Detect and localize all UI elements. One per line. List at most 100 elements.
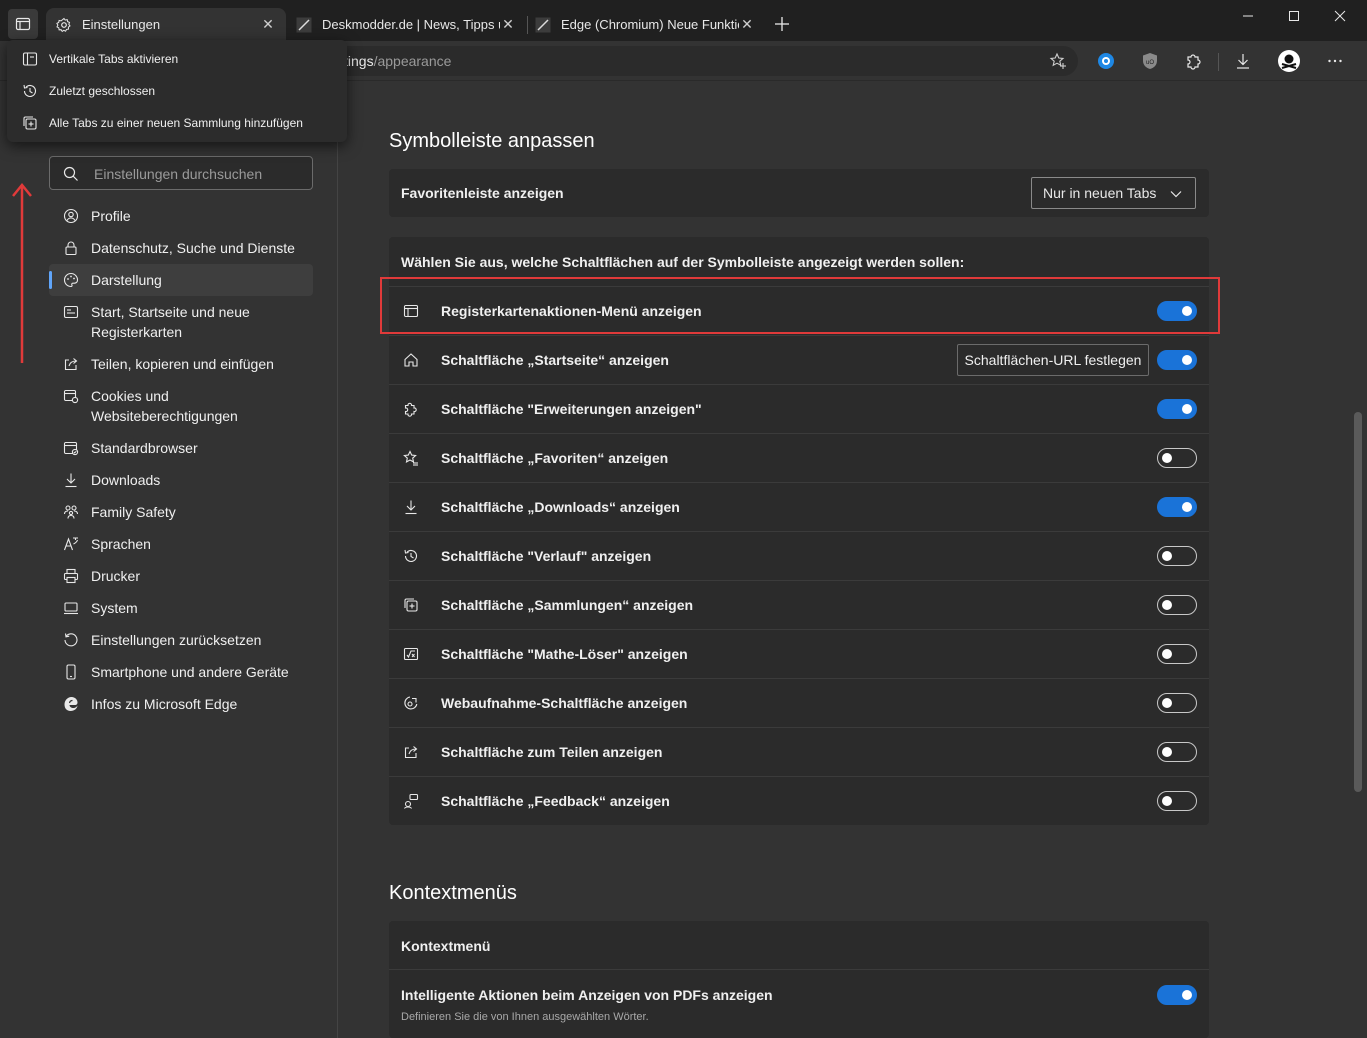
- extension-browser-icon[interactable]: [1094, 49, 1118, 73]
- sidebar-item-printers[interactable]: Drucker: [49, 560, 313, 592]
- favorites-bar-label: Favoritenleiste anzeigen: [401, 185, 564, 201]
- toggle-home[interactable]: [1157, 350, 1197, 370]
- sidebar-item-label: Start, Startseite und neue Registerkarte…: [91, 304, 250, 340]
- sidebar-item-about[interactable]: Infos zu Microsoft Edge: [49, 688, 313, 720]
- menu-item-label: Vertikale Tabs aktivieren: [49, 52, 179, 66]
- ublock-shield-icon[interactable]: uO: [1138, 49, 1162, 73]
- favorites-bar-select[interactable]: Nur in neuen Tabs: [1031, 177, 1196, 209]
- sidebar-item-cookies[interactable]: Cookies und Websiteberechtigungen: [49, 380, 313, 432]
- tab-actions-menu: Vertikale Tabs aktivieren Zuletzt geschl…: [7, 40, 347, 142]
- close-window-button[interactable]: [1317, 0, 1363, 32]
- menu-item-label: Alle Tabs zu einer neuen Sammlung hinzuf…: [49, 116, 303, 130]
- toggle-favorites[interactable]: [1157, 448, 1197, 468]
- close-icon[interactable]: ✕: [260, 16, 276, 33]
- sidebar-item-phone[interactable]: Smartphone und andere Geräte: [49, 656, 313, 688]
- search-icon: [62, 165, 80, 183]
- settings-nav: Profile Datenschutz, Suche und Dienste D…: [49, 200, 313, 720]
- option-label: Schaltfläche "Erweiterungen anzeigen": [441, 401, 702, 417]
- profile-avatar-icon[interactable]: [1277, 49, 1301, 73]
- plus-icon: [775, 17, 789, 31]
- option-label: Schaltfläche „Favoriten“ anzeigen: [441, 450, 669, 466]
- extensions-puzzle-icon[interactable]: [1182, 49, 1206, 73]
- favorites-bar-value: Nur in neuen Tabs: [1043, 185, 1157, 201]
- option-label: Webaufnahme-Schaltfläche anzeigen: [441, 695, 688, 711]
- divider: [389, 969, 1209, 970]
- toggle-downloads[interactable]: [1157, 497, 1197, 517]
- toggle-extensions[interactable]: [1157, 399, 1197, 419]
- cookies-icon: [62, 387, 80, 405]
- toggle-share[interactable]: [1157, 742, 1197, 762]
- browser-icon: [62, 439, 80, 457]
- option-label: Schaltfläche „Sammlungen“ anzeigen: [441, 597, 694, 613]
- tab-actions-icon: [402, 302, 420, 320]
- sidebar-item-system[interactable]: System: [49, 592, 313, 624]
- download-icon[interactable]: [1231, 49, 1255, 73]
- menu-item-recently-closed[interactable]: Zuletzt geschlossen: [7, 75, 347, 107]
- settings-search[interactable]: [49, 156, 313, 190]
- toggle-smart-actions-pdf[interactable]: [1157, 985, 1197, 1005]
- language-icon: [62, 535, 80, 553]
- address-url: tings/appearance: [344, 53, 452, 69]
- phone-icon: [62, 663, 80, 681]
- set-home-url-button[interactable]: Schaltflächen-URL festlegen: [957, 344, 1149, 376]
- section-title-context-menus: Kontextmenüs: [389, 882, 517, 904]
- sidebar-item-share[interactable]: Teilen, kopieren und einfügen: [49, 348, 313, 380]
- more-options-icon[interactable]: [1323, 49, 1347, 73]
- sidebar-item-label: Family Safety: [91, 504, 176, 520]
- sidebar-item-label: Smartphone und andere Geräte: [91, 664, 289, 680]
- printer-icon: [62, 567, 80, 585]
- new-tab-button[interactable]: [770, 12, 794, 36]
- profile-icon: [62, 207, 80, 225]
- toggle-history[interactable]: [1157, 546, 1197, 566]
- toggle-web-capture[interactable]: [1157, 693, 1197, 713]
- sidebar-item-label: Sprachen: [91, 536, 151, 552]
- option-row-collections: Schaltfläche „Sammlungen“ anzeigen: [389, 580, 1209, 629]
- minimize-button[interactable]: [1225, 0, 1271, 32]
- sidebar-item-family-safety[interactable]: Family Safety: [49, 496, 313, 528]
- edge-icon: [62, 695, 80, 713]
- option-row-feedback: Schaltfläche „Feedback“ anzeigen: [389, 776, 1209, 825]
- tab-edge-news[interactable]: Edge (Chromium) Neue Funktion ✕: [525, 8, 765, 41]
- sidebar-item-profile[interactable]: Profile: [49, 200, 313, 232]
- toggle-collections[interactable]: [1157, 595, 1197, 615]
- sidebar-item-label: Profile: [91, 208, 131, 224]
- palette-icon: [62, 271, 80, 289]
- annotation-arrow: [12, 183, 32, 363]
- tab-deskmodder[interactable]: Deskmodder.de | News, Tipps und ✕: [286, 8, 526, 41]
- sidebar-item-appearance[interactable]: Darstellung: [49, 264, 313, 296]
- sidebar-item-downloads[interactable]: Downloads: [49, 464, 313, 496]
- gear-icon: [56, 17, 72, 33]
- toggle-math-solver[interactable]: [1157, 644, 1197, 664]
- add-favorite-icon[interactable]: [1046, 49, 1070, 73]
- sidebar-item-languages[interactable]: Sprachen: [49, 528, 313, 560]
- puzzle-icon: [402, 400, 420, 418]
- toggle-tab-actions[interactable]: [1157, 301, 1197, 321]
- menu-item-add-to-collection[interactable]: Alle Tabs zu einer neuen Sammlung hinzuf…: [7, 107, 347, 139]
- option-row-history: Schaltfläche "Verlauf" anzeigen: [389, 531, 1209, 580]
- sidebar-item-reset[interactable]: Einstellungen zurücksetzen: [49, 624, 313, 656]
- history-icon: [402, 547, 420, 565]
- option-row-math-solver: Schaltfläche "Mathe-Löser" anzeigen: [389, 629, 1209, 678]
- close-icon[interactable]: ✕: [739, 16, 755, 33]
- maximize-button[interactable]: [1271, 0, 1317, 32]
- tab-actions-icon: [15, 17, 31, 31]
- tab-settings[interactable]: Einstellungen ✕: [46, 8, 286, 41]
- search-input[interactable]: [94, 164, 304, 184]
- tab-actions-menu-button[interactable]: [8, 9, 38, 39]
- sidebar-item-default-browser[interactable]: Standardbrowser: [49, 432, 313, 464]
- menu-item-vertical-tabs[interactable]: Vertikale Tabs aktivieren: [7, 43, 347, 75]
- close-icon[interactable]: ✕: [500, 16, 516, 33]
- svg-text:uO: uO: [1146, 60, 1154, 66]
- page-scrollbar[interactable]: [1354, 412, 1362, 792]
- toggle-feedback[interactable]: [1157, 791, 1197, 811]
- sidebar-item-label: Standardbrowser: [91, 440, 198, 456]
- sidebar-item-start[interactable]: Start, Startseite und neue Registerkarte…: [49, 296, 313, 348]
- option-row-share: Schaltfläche zum Teilen anzeigen: [389, 727, 1209, 776]
- settings-sidebar: Profile Datenschutz, Suche und Dienste D…: [0, 81, 338, 1038]
- option-row-extensions: Schaltfläche "Erweiterungen anzeigen": [389, 384, 1209, 433]
- collections-icon: [402, 596, 420, 614]
- sidebar-item-privacy[interactable]: Datenschutz, Suche und Dienste: [49, 232, 313, 264]
- option-label: Registerkartenaktionen-Menü anzeigen: [441, 303, 702, 319]
- download-icon: [402, 498, 420, 516]
- share-icon: [62, 355, 80, 373]
